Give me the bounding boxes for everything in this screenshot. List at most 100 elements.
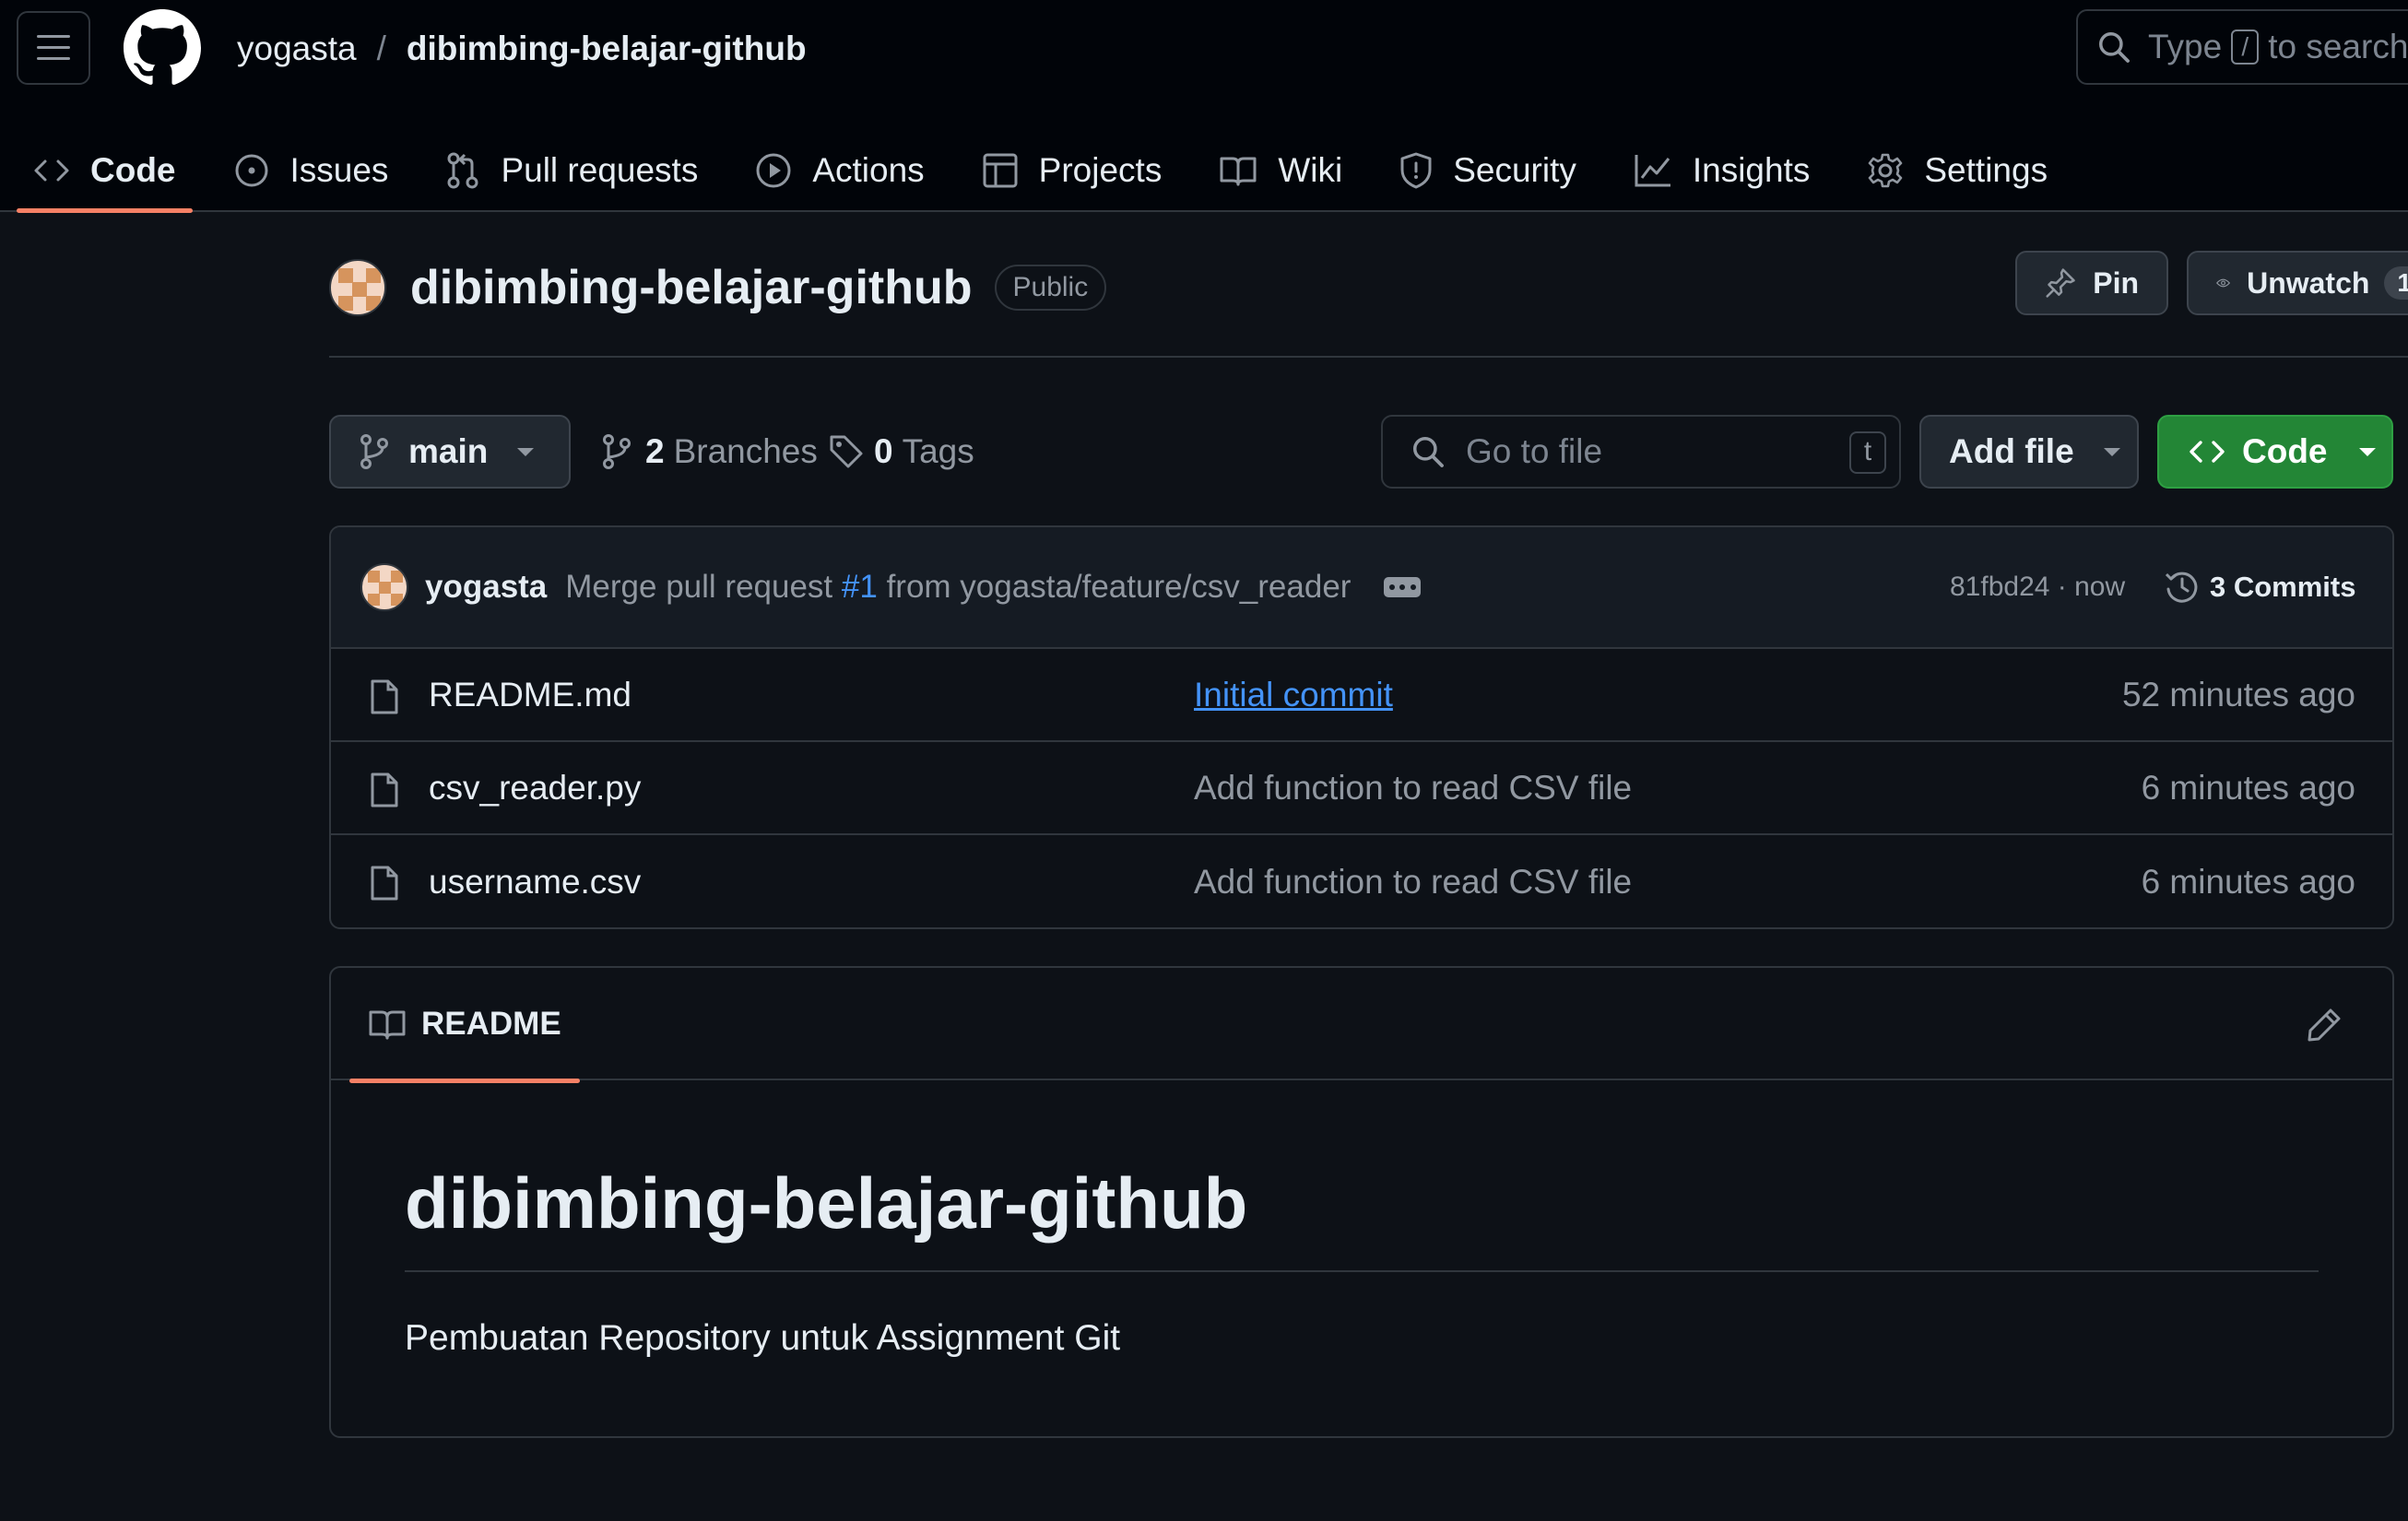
branch-icon xyxy=(603,434,631,469)
commit-message[interactable]: Merge pull request #1 from yogasta/featu… xyxy=(565,569,1351,606)
eye-icon xyxy=(2216,278,2231,288)
file-name-link[interactable]: username.csv xyxy=(429,863,641,902)
tab-insights-label: Insights xyxy=(1692,151,1811,189)
tab-projects[interactable]: Projects xyxy=(982,129,1163,212)
book-icon xyxy=(369,1010,406,1040)
avatar[interactable] xyxy=(329,259,386,316)
play-icon xyxy=(756,153,791,188)
pull-request-icon xyxy=(447,152,478,189)
tab-readme[interactable]: README xyxy=(349,968,580,1083)
file-row: username.csv Add function to read CSV fi… xyxy=(331,835,2392,927)
file-commit-message-link[interactable]: Initial commit xyxy=(1194,676,1393,714)
file-commit-message-link[interactable]: Add function to read CSV file xyxy=(1194,863,1632,902)
file-icon xyxy=(371,679,398,714)
search-shortcut-key: / xyxy=(2231,29,2260,65)
file-commit-time: 52 minutes ago xyxy=(2121,675,2355,713)
tab-projects-label: Projects xyxy=(1038,151,1163,189)
tab-code[interactable]: Code xyxy=(17,129,192,213)
readme-tab-label: README xyxy=(421,1006,561,1042)
pin-icon xyxy=(2046,268,2075,298)
commit-message-suffix: from yogasta/feature/csv_reader xyxy=(886,569,1352,605)
breadcrumb-separator: / xyxy=(376,29,386,67)
hamburger-menu-button[interactable] xyxy=(17,11,90,85)
tab-actions[interactable]: Actions xyxy=(755,129,925,212)
history-icon xyxy=(2165,572,2198,603)
global-search-input[interactable]: Type / to search xyxy=(2076,9,2408,85)
graph-icon xyxy=(1635,155,1670,187)
repo-name-link[interactable]: dibimbing-belajar-github xyxy=(410,260,973,315)
tags-count: 0 xyxy=(874,432,893,470)
readme-panel: README dibimbing-belajar-github Pembuata… xyxy=(329,966,2394,1438)
code-icon xyxy=(34,159,69,182)
tab-settings[interactable]: Settings xyxy=(1867,129,2048,212)
pencil-icon[interactable] xyxy=(2306,1007,2343,1043)
readme-header: README xyxy=(331,968,2392,1083)
pull-request-link[interactable]: #1 xyxy=(842,569,878,605)
shield-icon xyxy=(1400,152,1432,189)
branches-label: Branches xyxy=(673,432,818,470)
file-name-link[interactable]: csv_reader.py xyxy=(429,769,641,808)
file-commit-time: 6 minutes ago xyxy=(2141,862,2355,901)
commit-message-prefix: Merge pull request xyxy=(565,569,833,605)
commits-count-label: 3 Commits xyxy=(2210,571,2356,603)
repo-title-row: dibimbing-belajar-github Public xyxy=(329,249,1107,326)
branches-link[interactable]: 2 Branches xyxy=(601,415,818,489)
commit-author-link[interactable]: yogasta xyxy=(425,569,547,606)
repo-nav-tabs: Code Issues Pull requests Actions Projec… xyxy=(0,129,2408,213)
file-icon xyxy=(371,772,398,808)
tags-label: Tags xyxy=(902,432,974,470)
go-to-file-input[interactable]: Go to file t xyxy=(1381,415,1901,489)
code-icon xyxy=(2190,441,2225,463)
code-dropdown-button[interactable]: Code xyxy=(2157,415,2393,489)
file-commit-message-link[interactable]: Add function to read CSV file xyxy=(1194,769,1632,808)
tab-issues-label: Issues xyxy=(289,151,389,189)
readme-heading: dibimbing-belajar-github xyxy=(405,1162,1248,1244)
gear-icon xyxy=(1869,153,1903,188)
search-icon xyxy=(1413,437,1444,467)
file-name-link[interactable]: README.md xyxy=(429,676,632,714)
tab-pull-requests[interactable]: Pull requests xyxy=(445,129,698,212)
file-commit-time: 6 minutes ago xyxy=(2141,768,2355,807)
global-header: yogasta / dibimbing-belajar-github Type … xyxy=(0,0,2408,213)
pin-button-label: Pin xyxy=(2093,265,2139,300)
search-suffix-text: to search xyxy=(2268,28,2408,65)
add-file-button[interactable]: Add file xyxy=(1919,415,2139,489)
tab-security[interactable]: Security xyxy=(1399,129,1576,212)
pin-button[interactable]: Pin xyxy=(2015,251,2168,315)
commits-history-link[interactable]: 3 Commits xyxy=(2164,569,2355,606)
add-file-label: Add file xyxy=(1949,432,2074,470)
tab-security-label: Security xyxy=(1453,151,1576,189)
tab-actions-label: Actions xyxy=(812,151,925,189)
unwatch-button[interactable]: Unwatch 1 xyxy=(2187,251,2408,315)
file-row: csv_reader.py Add function to read CSV f… xyxy=(331,742,2392,835)
book-icon xyxy=(1220,157,1257,186)
branch-selector-button[interactable]: main xyxy=(329,415,571,489)
breadcrumb-repo-link[interactable]: dibimbing-belajar-github xyxy=(407,29,807,68)
tab-issues[interactable]: Issues xyxy=(233,129,389,212)
tab-pull-requests-label: Pull requests xyxy=(501,151,699,189)
readme-paragraph: Pembuatan Repository untuk Assignment Gi… xyxy=(405,1318,1121,1358)
tab-insights[interactable]: Insights xyxy=(1634,129,1811,212)
breadcrumb: yogasta / dibimbing-belajar-github xyxy=(237,26,807,72)
unwatch-button-label: Unwatch xyxy=(2247,265,2370,300)
issue-icon xyxy=(235,154,267,187)
github-logo-icon[interactable] xyxy=(124,9,201,87)
chevron-down-icon xyxy=(2103,448,2120,456)
search-prefix-text: Type xyxy=(2148,28,2223,65)
hamburger-icon xyxy=(37,35,70,60)
avatar[interactable] xyxy=(360,563,408,611)
tags-link[interactable]: 0 Tags xyxy=(828,415,974,489)
header-divider xyxy=(329,356,2408,358)
latest-commit-bar: yogasta Merge pull request #1 from yogas… xyxy=(331,527,2392,649)
tab-code-label: Code xyxy=(90,151,176,189)
tab-settings-label: Settings xyxy=(1924,151,2048,189)
tab-wiki[interactable]: Wiki xyxy=(1219,129,1342,212)
breadcrumb-owner-link[interactable]: yogasta xyxy=(237,29,357,68)
go-to-file-shortcut: t xyxy=(1849,431,1886,474)
branches-count: 2 xyxy=(645,432,665,470)
go-to-file-placeholder: Go to file xyxy=(1466,432,1603,470)
expand-commit-message-button[interactable] xyxy=(1384,577,1422,597)
branch-icon xyxy=(360,434,388,469)
file-icon xyxy=(371,866,398,901)
commit-sha-time[interactable]: 81fbd24 · now xyxy=(1950,572,2125,603)
